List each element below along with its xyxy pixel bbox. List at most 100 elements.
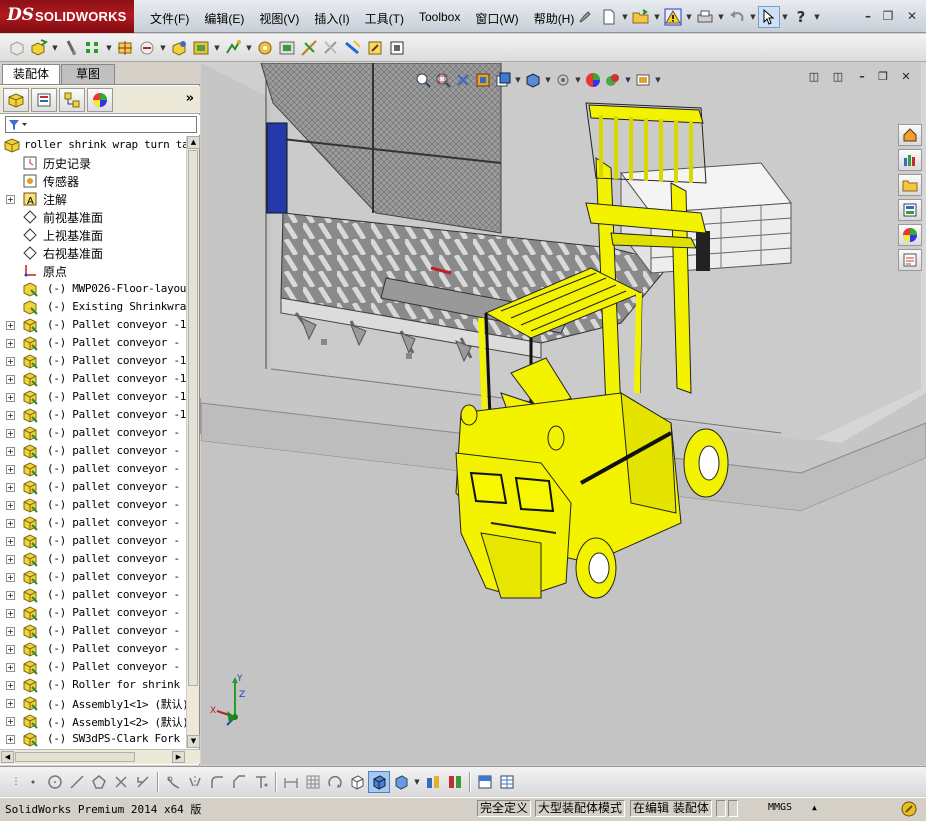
units-dropdown-icon[interactable]: ▲ bbox=[812, 803, 817, 812]
custom-properties-icon[interactable] bbox=[898, 249, 922, 271]
tree-item[interactable]: + (-) pallet conveyor - Lo bbox=[0, 514, 186, 532]
expand-icon[interactable]: + bbox=[6, 411, 15, 420]
zoom-to-area-icon[interactable] bbox=[433, 71, 453, 89]
tree-item[interactable]: + (-) Pallet conveyor -156 bbox=[0, 316, 186, 334]
edit-component-icon[interactable] bbox=[6, 37, 28, 59]
select-dropdown-icon[interactable]: ▼ bbox=[780, 6, 790, 28]
undo-icon[interactable] bbox=[726, 6, 748, 28]
expand-icon[interactable]: + bbox=[6, 573, 15, 582]
point-icon[interactable] bbox=[22, 771, 44, 793]
motion-dropdown-icon[interactable]: ▼ bbox=[244, 37, 254, 59]
section-view-icon[interactable] bbox=[473, 71, 493, 89]
trim-icon[interactable] bbox=[110, 771, 132, 793]
mate-icon[interactable] bbox=[60, 37, 82, 59]
tree-item[interactable]: + (-) SW3dPS-Clark Fork Li bbox=[0, 730, 186, 748]
expand-icon[interactable]: + bbox=[6, 321, 15, 330]
tree-item[interactable]: + (-) pallet conveyor - Lo bbox=[0, 460, 186, 478]
window-restore-button[interactable]: ❐ bbox=[878, 8, 898, 24]
expand-icon[interactable]: + bbox=[6, 627, 15, 636]
model-scene[interactable] bbox=[201, 63, 926, 765]
solidworks-resources-icon[interactable] bbox=[898, 124, 922, 146]
viewport-restore-button[interactable]: ❐ bbox=[873, 70, 893, 86]
tree-item[interactable]: + (-) Pallet conveyor -156 bbox=[0, 406, 186, 424]
print-icon[interactable] bbox=[694, 6, 716, 28]
wireframe-cube-icon[interactable] bbox=[346, 771, 368, 793]
expand-icon[interactable]: + bbox=[6, 663, 15, 672]
hide-show-items-icon[interactable] bbox=[553, 71, 573, 89]
tile-horizontal-icon[interactable] bbox=[474, 771, 496, 793]
hole-alignment-icon[interactable] bbox=[342, 37, 364, 59]
hscroll-thumb[interactable] bbox=[15, 752, 135, 762]
open-dropdown-icon[interactable]: ▼ bbox=[652, 6, 662, 28]
show-dropdown-icon[interactable]: ▼ bbox=[158, 37, 168, 59]
new-dropdown-icon[interactable]: ▼ bbox=[620, 6, 630, 28]
tree-item[interactable]: + (-) Pallet conveyor -156 bbox=[0, 352, 186, 370]
expand-icon[interactable]: + bbox=[6, 591, 15, 600]
tree-item[interactable]: 前视基准面 bbox=[0, 208, 186, 226]
expand-icon[interactable]: + bbox=[6, 681, 15, 690]
appearances-icon[interactable] bbox=[898, 224, 922, 246]
expand-icon[interactable]: + bbox=[6, 447, 15, 456]
scroll-right-icon[interactable]: ▶ bbox=[172, 751, 185, 763]
tree-item[interactable]: + (-) Pallet conveyor - M bbox=[0, 604, 186, 622]
scroll-up-icon[interactable]: ▲ bbox=[187, 136, 200, 149]
mirror-icon[interactable] bbox=[184, 771, 206, 793]
clearance-verification-icon[interactable] bbox=[320, 37, 342, 59]
menu-file[interactable]: 文件(F) bbox=[150, 10, 189, 26]
tree-item[interactable]: (-) Existing Shrinkwrapp bbox=[0, 298, 186, 316]
view-settings-icon[interactable] bbox=[633, 71, 653, 89]
display-style-dropdown-icon[interactable]: ▼ bbox=[543, 69, 553, 91]
tree-item[interactable]: + (-) Pallet conveyor -156 bbox=[0, 370, 186, 388]
expand-icon[interactable]: + bbox=[6, 429, 15, 438]
fillet-icon[interactable] bbox=[206, 771, 228, 793]
expand-icon[interactable]: + bbox=[6, 555, 15, 564]
print-dropdown-icon[interactable]: ▼ bbox=[716, 6, 726, 28]
shaded-cube-icon[interactable] bbox=[368, 771, 390, 793]
expand-icon[interactable]: + bbox=[6, 717, 15, 726]
rotate-view-icon[interactable] bbox=[324, 771, 346, 793]
solidworks-logo[interactable]: DS SOLIDWORKS bbox=[0, 0, 134, 33]
expand-icon[interactable]: + bbox=[6, 519, 15, 528]
tree-item[interactable]: + (-) pallet conveyor - Lo bbox=[0, 586, 186, 604]
apply-scene-icon[interactable] bbox=[603, 71, 623, 89]
exploded-view-icon[interactable] bbox=[276, 37, 298, 59]
large-assembly-settings-icon[interactable] bbox=[444, 771, 466, 793]
tree-item[interactable]: (-) MWP026-Floor-layout- bbox=[0, 280, 186, 298]
reference-dropdown-icon[interactable]: ▼ bbox=[212, 37, 222, 59]
tree-root-assembly[interactable]: roller shrink wrap turn tab bbox=[0, 136, 186, 154]
tree-item[interactable]: + (-) Pallet conveyor - M bbox=[0, 622, 186, 640]
linear-pattern-icon[interactable] bbox=[82, 37, 104, 59]
tab-sketch[interactable]: 草图 bbox=[61, 64, 115, 84]
tile-vertical-icon[interactable] bbox=[496, 771, 518, 793]
scene-dropdown-icon[interactable]: ▼ bbox=[623, 69, 633, 91]
tree-item[interactable]: 右视基准面 bbox=[0, 244, 186, 262]
design-library-icon[interactable] bbox=[898, 149, 922, 171]
menu-toolbox[interactable]: Toolbox bbox=[419, 10, 460, 26]
tree-item[interactable]: + (-) pallet conveyor - Lo bbox=[0, 532, 186, 550]
new-motion-study-icon[interactable] bbox=[222, 37, 244, 59]
status-units[interactable]: MMGS bbox=[768, 802, 792, 813]
tree-item[interactable]: 上视基准面 bbox=[0, 226, 186, 244]
assembly-features-icon[interactable] bbox=[168, 37, 190, 59]
insert-component-icon[interactable] bbox=[28, 37, 50, 59]
tree-item[interactable]: + (-) Pallet conveyor - M bbox=[0, 658, 186, 676]
show-hidden-icon[interactable] bbox=[136, 37, 158, 59]
sketch-text-icon[interactable] bbox=[250, 771, 272, 793]
menu-insert[interactable]: 插入(I) bbox=[314, 10, 349, 26]
menu-tools[interactable]: 工具(T) bbox=[365, 10, 404, 26]
select-cursor-icon[interactable] bbox=[758, 6, 780, 28]
reference-geometry-icon[interactable] bbox=[190, 37, 212, 59]
bill-of-materials-icon[interactable] bbox=[254, 37, 276, 59]
display-dropdown-icon[interactable]: ▼ bbox=[412, 771, 422, 793]
tree-item[interactable]: + (-) Pallet conveyor -156 bbox=[0, 388, 186, 406]
menu-window[interactable]: 窗口(W) bbox=[475, 10, 518, 26]
speedpak-icon[interactable] bbox=[386, 37, 408, 59]
feature-manager-icon[interactable] bbox=[3, 87, 29, 112]
assembly-transparency-icon[interactable] bbox=[422, 771, 444, 793]
more-tabs-icon[interactable]: » bbox=[186, 91, 194, 106]
edit-appearance-icon[interactable] bbox=[583, 71, 603, 89]
file-explorer-icon[interactable] bbox=[898, 174, 922, 196]
scroll-left-icon[interactable]: ◀ bbox=[1, 751, 14, 763]
undo-dropdown-icon[interactable]: ▼ bbox=[748, 6, 758, 28]
window-close-button[interactable]: ✕ bbox=[902, 8, 922, 24]
